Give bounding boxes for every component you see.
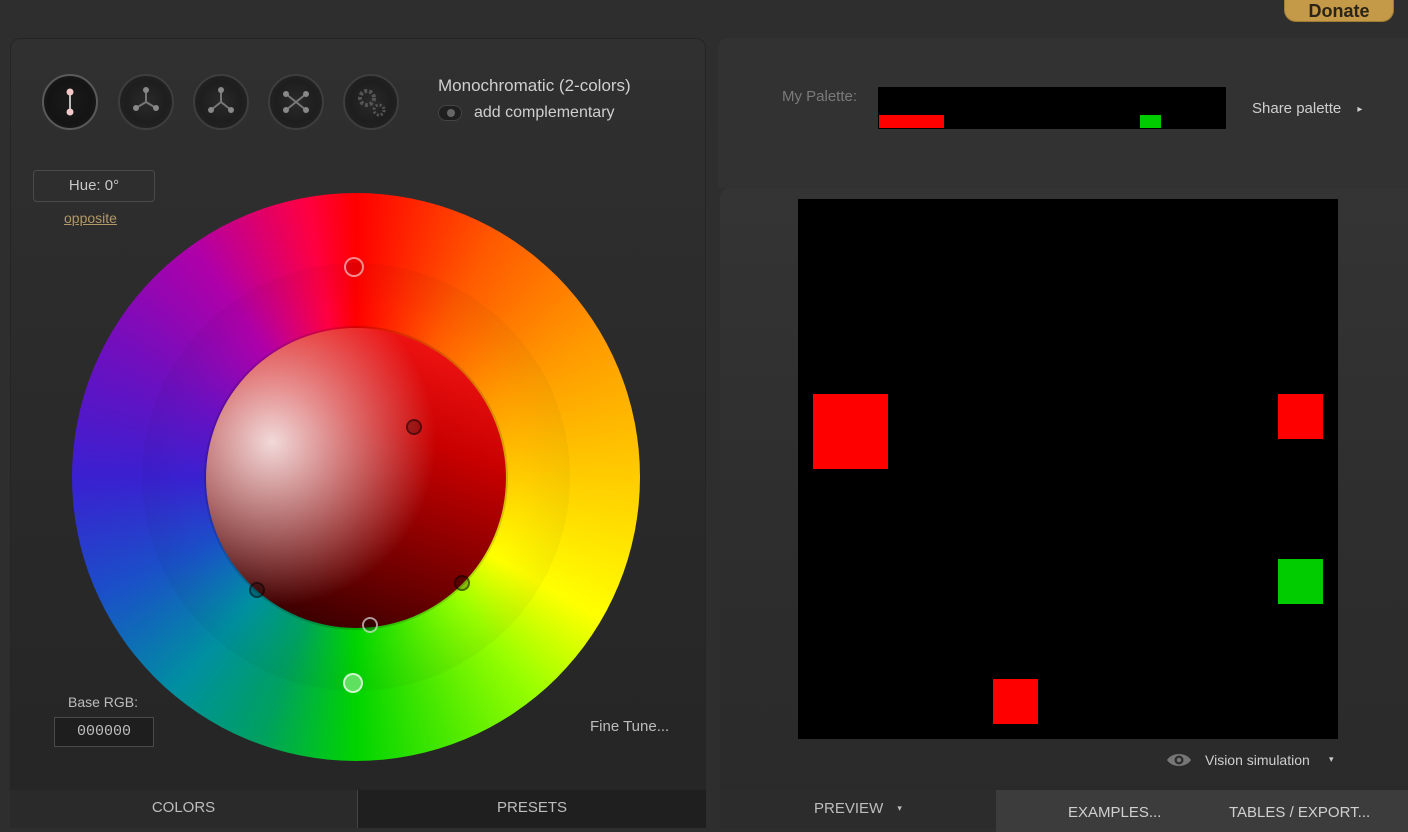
scheme-freestyle-dial[interactable]	[343, 74, 399, 130]
scheme-triad-dial[interactable]	[193, 74, 249, 130]
opposite-link[interactable]: opposite	[64, 210, 117, 226]
tab-preview-label: PREVIEW	[814, 800, 884, 817]
palette-swatch-red[interactable]	[879, 115, 944, 128]
tab-tables-export[interactable]: TABLES / EXPORT...	[1229, 804, 1370, 821]
scheme-tetrad-dial[interactable]	[268, 74, 324, 130]
scheme-name: Monochromatic (2-colors)	[438, 76, 631, 95]
my-palette-label: My Palette:	[782, 88, 858, 105]
hue-field[interactable]: Hue: 0°	[33, 170, 155, 202]
tab-preview[interactable]: PREVIEW ▾	[720, 790, 996, 828]
hue-handle-complement[interactable]	[343, 673, 363, 693]
preview-swatch	[813, 394, 888, 469]
share-palette-button[interactable]: Share palette ▸	[1252, 100, 1362, 117]
palette-swatch-green[interactable]	[1140, 115, 1161, 128]
color-point-handle[interactable]	[406, 419, 422, 435]
chevron-down-icon[interactable]: ▾	[1329, 754, 1334, 765]
complement-dial-icon	[133, 87, 159, 111]
preview-swatch	[1278, 394, 1323, 439]
mono-dial-icon	[66, 88, 74, 116]
add-complementary-label[interactable]: add complementary	[474, 104, 615, 122]
toggle-knob	[447, 109, 455, 117]
chevron-right-icon: ▸	[1357, 104, 1363, 115]
base-rgb-input[interactable]: 000000	[54, 717, 154, 747]
scheme-complement-dial[interactable]	[118, 74, 174, 130]
chevron-down-icon: ▾	[897, 803, 902, 813]
fine-tune-link[interactable]: Fine Tune...	[590, 718, 669, 735]
gear-icon	[358, 89, 386, 117]
preview-swatch	[993, 679, 1038, 724]
preview-canvas	[798, 199, 1338, 739]
tetrad-dial-icon	[283, 91, 309, 113]
preview-swatch	[1278, 559, 1323, 604]
tab-presets[interactable]: PRESETS	[358, 790, 706, 828]
triad-dial-icon	[208, 87, 234, 113]
base-rgb-label: Base RGB:	[68, 694, 139, 710]
hue-handle-primary[interactable]	[344, 257, 364, 277]
tab-examples[interactable]: EXAMPLES...	[1068, 804, 1161, 821]
vision-simulation-dropdown[interactable]: Vision simulation	[1205, 752, 1310, 768]
eye-icon[interactable]	[1166, 751, 1192, 769]
add-complementary-toggle[interactable]	[438, 105, 462, 121]
color-point-handle[interactable]	[454, 575, 470, 591]
tab-colors[interactable]: COLORS	[10, 790, 358, 828]
my-palette-bar[interactable]	[878, 87, 1226, 129]
donate-button[interactable]: Donate	[1284, 0, 1394, 22]
color-point-handle[interactable]	[249, 582, 265, 598]
scheme-mono-dial[interactable]	[42, 74, 98, 130]
color-point-handle[interactable]	[362, 617, 378, 633]
share-palette-label: Share palette	[1252, 100, 1342, 117]
